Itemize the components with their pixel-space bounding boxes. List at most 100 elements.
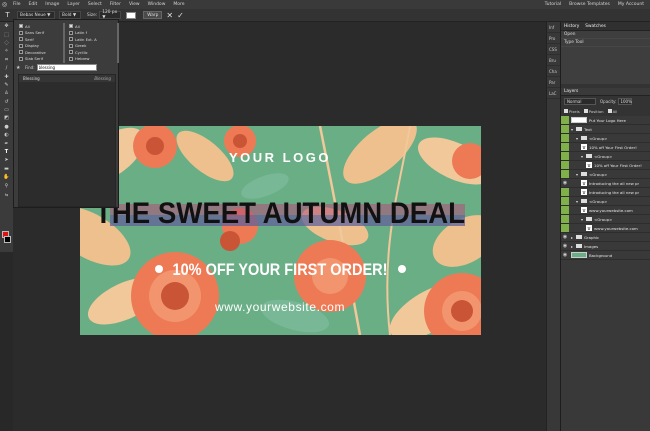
menu-more[interactable]: More <box>169 2 188 7</box>
cancel-icon[interactable]: ✕ <box>166 11 173 20</box>
layer-row[interactable]: T 10% off Your First Order! <box>561 143 650 152</box>
pen-tool-icon[interactable]: ✒ <box>0 139 13 147</box>
panel-paragraph[interactable]: Par <box>547 77 560 88</box>
layer-row[interactable]: Twww.yourwebsite.com <box>561 206 650 215</box>
zoom-tool-icon[interactable]: ⚲ <box>0 181 13 189</box>
crop-tool-icon[interactable]: ⌗ <box>0 56 13 64</box>
font-style-select[interactable]: Bold ▼ <box>59 11 81 19</box>
layer-row[interactable]: T 10% off Your First Order! <box>561 161 650 170</box>
panel-info[interactable]: Inf <box>547 22 560 33</box>
checkbox[interactable] <box>19 50 23 55</box>
lock-all[interactable]: All <box>607 109 617 114</box>
warp-button[interactable]: Warp <box>143 11 163 19</box>
layer-visibility-toggle[interactable] <box>561 161 569 169</box>
layer-visibility-toggle[interactable] <box>561 116 569 124</box>
background-color-swatch[interactable] <box>4 236 11 243</box>
shape-tool-icon[interactable]: ▬ <box>0 165 13 173</box>
eye-icon[interactable]: ◉ <box>561 179 569 187</box>
blend-mode-select[interactable]: Normal <box>564 97 596 105</box>
path-select-icon[interactable]: ➤ <box>0 156 13 164</box>
layers-panel-title[interactable]: Layers <box>561 88 650 96</box>
checkbox[interactable] <box>69 56 73 61</box>
layer-visibility-toggle[interactable] <box>561 143 569 151</box>
dodge-tool-icon[interactable]: ◐ <box>0 131 13 139</box>
brush-tool-icon[interactable]: ✎ <box>0 81 13 89</box>
lasso-tool-icon[interactable]: ◌ <box>0 39 13 47</box>
layer-row[interactable]: ◉ Background <box>561 251 650 260</box>
star-icon[interactable]: ★ <box>16 65 22 71</box>
menu-view[interactable]: View <box>125 2 144 7</box>
layer-row[interactable]: ▾ <Group> <box>561 152 650 161</box>
type-tool-icon[interactable]: T <box>2 10 13 21</box>
menu-image[interactable]: Image <box>41 2 63 7</box>
magic-wand-icon[interactable]: ✧ <box>0 47 13 55</box>
layer-row[interactable]: ▾ <Group> <box>561 134 650 143</box>
panel-css[interactable]: CSS <box>547 44 560 55</box>
font-family-select[interactable]: Bebas Neue ▼ <box>17 11 55 19</box>
layer-visibility-toggle[interactable] <box>561 170 569 178</box>
panel-layer-comps[interactable]: LaC <box>547 88 560 99</box>
layer-visibility-toggle[interactable] <box>561 152 569 160</box>
history-brush-icon[interactable]: ↺ <box>0 98 13 106</box>
menu-filter[interactable]: Filter <box>106 2 125 7</box>
eraser-tool-icon[interactable]: ▭ <box>0 106 13 114</box>
menu-edit[interactable]: Edit <box>25 2 42 7</box>
layer-row[interactable]: ▾ Text <box>561 125 650 134</box>
document-canvas[interactable]: YOUR LOGO THE SWEET AUTUMN DEAL 10% OFF … <box>80 126 481 335</box>
marquee-tool-icon[interactable]: ⬚ <box>0 30 13 38</box>
checkbox[interactable] <box>69 37 73 42</box>
scrollbar[interactable] <box>63 23 65 63</box>
history-item[interactable]: Open <box>561 31 650 39</box>
font-size-select[interactable]: 120 px ▼ <box>99 10 122 20</box>
type-tool-icon[interactable]: T <box>0 148 13 156</box>
menu-file[interactable]: File <box>9 2 25 7</box>
text-color-swatch[interactable] <box>126 11 137 19</box>
font-result-item[interactable]: Blessing Blessing <box>19 75 115 82</box>
panel-brush[interactable]: Bru <box>547 55 560 66</box>
layer-visibility-toggle[interactable] <box>561 188 569 196</box>
layer-row[interactable]: ◉ ▸ Graphic <box>561 233 650 242</box>
layer-row[interactable]: ▾ <Group> <box>561 170 650 179</box>
lock-position[interactable]: Position <box>583 109 604 114</box>
checkbox[interactable] <box>19 56 23 61</box>
layer-row[interactable]: T Introducing the all new pr <box>561 188 650 197</box>
clone-stamp-icon[interactable]: ♙ <box>0 89 13 97</box>
script-hebrew[interactable]: Hebrew <box>69 56 97 63</box>
font-search-input[interactable] <box>36 64 97 71</box>
eyedropper-icon[interactable]: ∕ <box>0 64 13 72</box>
photopea-logo-icon[interactable]: ◎ <box>0 0 9 9</box>
panel-properties[interactable]: Pro <box>547 33 560 44</box>
menu-select[interactable]: Select <box>84 2 106 7</box>
layer-row[interactable]: ▾ <Group> <box>561 215 650 224</box>
filter-slab-serif[interactable]: Slab Serif <box>19 56 46 63</box>
checkbox[interactable] <box>19 24 23 29</box>
menu-layer[interactable]: Layer <box>63 2 84 7</box>
panel-character[interactable]: Cha <box>547 66 560 77</box>
layer-visibility-toggle[interactable] <box>561 215 569 223</box>
swap-colors-icon[interactable]: ⇆ <box>0 190 13 198</box>
checkbox[interactable] <box>19 43 23 48</box>
eye-icon[interactable]: ◉ <box>561 242 569 250</box>
scrollbar[interactable] <box>117 23 119 63</box>
checkbox[interactable] <box>19 37 23 42</box>
my-account-link[interactable]: My Account <box>614 2 648 7</box>
checkbox[interactable] <box>69 24 73 29</box>
layer-row[interactable]: ▾ <Group> <box>561 197 650 206</box>
menu-window[interactable]: Window <box>144 2 170 7</box>
checkbox[interactable] <box>69 30 73 35</box>
history-item[interactable]: Type Tool <box>561 39 650 47</box>
tab-history[interactable]: History <box>561 24 582 29</box>
blur-tool-icon[interactable]: ● <box>0 123 13 131</box>
move-tool-icon[interactable]: ✥ <box>0 22 13 30</box>
checkbox[interactable] <box>69 50 73 55</box>
opacity-input[interactable]: 100% <box>618 97 633 105</box>
hand-tool-icon[interactable]: ✋ <box>0 173 13 181</box>
lock-pixels[interactable]: Pixels <box>564 109 580 114</box>
eye-icon[interactable]: ◉ <box>561 233 569 241</box>
layer-visibility-toggle[interactable] <box>561 134 569 142</box>
layer-row[interactable]: Twww.yourwebsite.com <box>561 224 650 233</box>
healing-brush-icon[interactable]: ✚ <box>0 72 13 80</box>
layer-visibility-toggle[interactable] <box>561 197 569 205</box>
tutorial-link[interactable]: Tutorial <box>541 2 566 7</box>
layer-row[interactable]: ◉ T Introducing the all new pr <box>561 179 650 188</box>
